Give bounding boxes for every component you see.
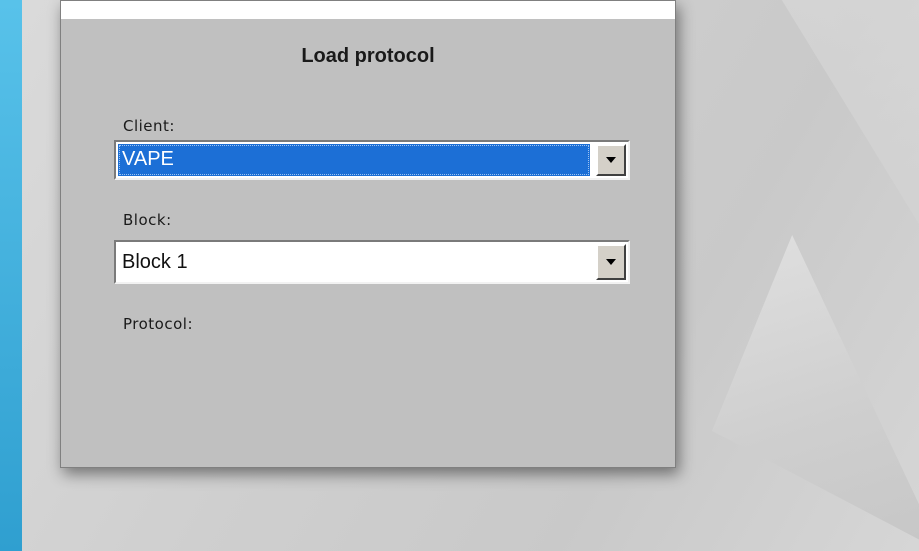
slide-accent-strip [0, 0, 22, 551]
load-protocol-dialog: Load protocol Client: VAPE Block: Block … [60, 0, 676, 468]
protocol-label: Protocol: [123, 315, 194, 333]
block-dropdown-button[interactable] [596, 244, 626, 280]
block-selected-value[interactable]: Block 1 [118, 244, 590, 280]
client-dropdown[interactable]: VAPE [114, 140, 630, 180]
background-decoration-shape [781, 0, 919, 260]
client-label: Client: [123, 117, 175, 135]
client-selected-value[interactable]: VAPE [118, 144, 590, 176]
chevron-down-icon [606, 157, 616, 163]
dialog-top-bar [61, 1, 675, 19]
client-dropdown-button[interactable] [596, 144, 626, 176]
chevron-down-icon [606, 259, 616, 265]
background-decoration-triangle [712, 235, 919, 551]
dialog-title: Load protocol [301, 45, 435, 67]
block-dropdown[interactable]: Block 1 [114, 240, 630, 284]
block-label: Block: [123, 211, 172, 229]
